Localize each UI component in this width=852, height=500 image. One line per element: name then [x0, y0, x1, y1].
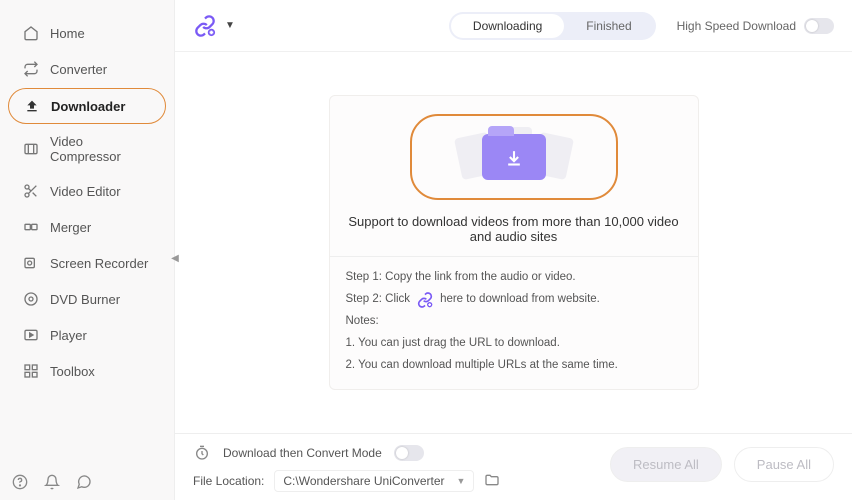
sidebar-item-label: Merger — [50, 220, 91, 235]
file-location-select[interactable]: C:\Wondershare UniConverter ▼ — [274, 470, 474, 492]
sidebar-item-player[interactable]: Player — [8, 318, 166, 352]
download-icon — [23, 97, 41, 115]
high-speed-label: High Speed Download — [677, 19, 796, 33]
bottombar: Download then Convert Mode File Location… — [175, 433, 852, 500]
high-speed-toggle[interactable] — [804, 18, 834, 34]
chevron-down-icon[interactable]: ▼ — [225, 20, 235, 31]
compress-icon — [22, 140, 40, 158]
steps: Step 1: Copy the link from the audio or … — [346, 267, 682, 376]
scissors-icon — [22, 182, 40, 200]
home-icon — [22, 24, 40, 42]
sidebar-item-dvd-burner[interactable]: DVD Burner — [8, 282, 166, 316]
tab-finished[interactable]: Finished — [564, 14, 653, 38]
resume-all-button[interactable]: Resume All — [610, 447, 722, 482]
sidebar: Home Converter Downloader Video Compress… — [0, 0, 175, 500]
sidebar-item-label: Toolbox — [50, 364, 95, 379]
sidebar-item-merger[interactable]: Merger — [8, 210, 166, 244]
play-icon — [22, 326, 40, 344]
help-icon[interactable] — [10, 472, 30, 492]
convert-mode-toggle[interactable] — [394, 445, 424, 461]
sidebar-item-home[interactable]: Home — [8, 16, 166, 50]
sidebar-item-screen-recorder[interactable]: Screen Recorder — [8, 246, 166, 280]
tab-switch: Downloading Finished — [449, 12, 656, 40]
chevron-down-icon: ▼ — [456, 476, 465, 486]
paste-link-icon[interactable] — [193, 14, 217, 38]
timer-icon[interactable] — [193, 444, 211, 462]
toolbox-icon — [22, 362, 40, 380]
folder-icon — [482, 134, 546, 180]
footer-icons — [10, 472, 94, 492]
instruction-card: Support to download videos from more tha… — [329, 95, 699, 389]
high-speed-download: High Speed Download — [677, 18, 834, 34]
illustration — [346, 114, 682, 200]
record-icon — [22, 254, 40, 272]
sidebar-item-label: Video Editor — [50, 184, 121, 199]
sidebar-item-label: Home — [50, 26, 85, 41]
sidebar-item-label: DVD Burner — [50, 292, 120, 307]
link-plus-icon — [416, 291, 434, 309]
file-location-label: File Location: — [193, 474, 264, 488]
sidebar-item-downloader[interactable]: Downloader — [8, 88, 166, 124]
step-1: Step 1: Copy the link from the audio or … — [346, 267, 682, 289]
sidebar-item-label: Downloader — [51, 99, 125, 114]
sidebar-item-video-editor[interactable]: Video Editor — [8, 174, 166, 208]
note-2: 2. You can download multiple URLs at the… — [346, 355, 682, 377]
dvd-icon — [22, 290, 40, 308]
action-buttons: Resume All Pause All — [610, 447, 834, 482]
notes-label: Notes: — [346, 311, 682, 333]
divider — [330, 256, 698, 257]
sidebar-item-label: Video Compressor — [50, 134, 152, 164]
file-location-path: C:\Wondershare UniConverter — [283, 474, 444, 488]
step-2: Step 2: Click here to download from webs… — [346, 289, 682, 311]
sidebar-item-label: Screen Recorder — [50, 256, 148, 271]
topbar: ▼ Downloading Finished High Speed Downlo… — [175, 0, 852, 52]
sidebar-item-converter[interactable]: Converter — [8, 52, 166, 86]
note-1: 1. You can just drag the URL to download… — [346, 333, 682, 355]
notifications-icon[interactable] — [42, 472, 62, 492]
sidebar-item-video-compressor[interactable]: Video Compressor — [8, 126, 166, 172]
pause-all-button[interactable]: Pause All — [734, 447, 834, 482]
feedback-icon[interactable] — [74, 472, 94, 492]
convert-mode-label: Download then Convert Mode — [223, 446, 382, 460]
open-folder-icon[interactable] — [484, 472, 500, 491]
sidebar-item-label: Converter — [50, 62, 107, 77]
sidebar-item-label: Player — [50, 328, 87, 343]
converter-icon — [22, 60, 40, 78]
sidebar-item-toolbox[interactable]: Toolbox — [8, 354, 166, 388]
tab-downloading[interactable]: Downloading — [451, 14, 564, 38]
main-panel: ▼ Downloading Finished High Speed Downlo… — [175, 0, 852, 500]
support-text: Support to download videos from more tha… — [346, 214, 682, 244]
merger-icon — [22, 218, 40, 236]
content-area: Support to download videos from more tha… — [175, 52, 852, 433]
drop-zone[interactable] — [410, 114, 618, 200]
